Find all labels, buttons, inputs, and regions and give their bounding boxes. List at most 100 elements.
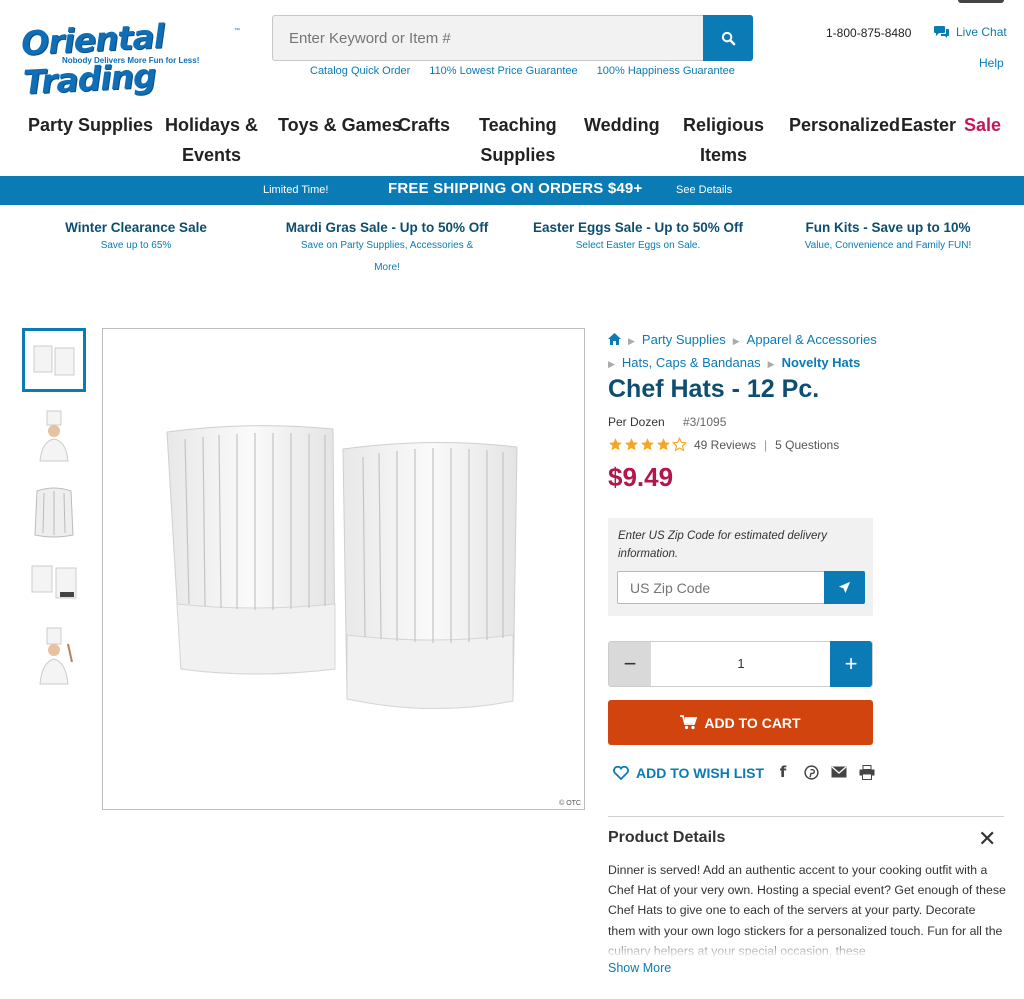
nav-sale[interactable]: Sale xyxy=(964,110,1001,140)
reviews-link[interactable]: 49 Reviews xyxy=(694,438,756,452)
product-unit: Per Dozen xyxy=(608,415,665,429)
star-rating[interactable] xyxy=(608,437,687,452)
item-number: #3/1095 xyxy=(683,415,727,429)
live-chat-link[interactable]: Live Chat xyxy=(934,25,1007,39)
nav-party-supplies[interactable]: Party Supplies xyxy=(28,110,153,140)
chef-hat-single-thumbnail xyxy=(34,487,74,538)
rating-divider: | xyxy=(764,437,768,452)
breadcrumb-hats-caps[interactable]: Hats, Caps & Bandanas xyxy=(622,355,761,370)
details-close-icon[interactable]: ✕ xyxy=(978,826,996,852)
phone-number[interactable]: 1-800-875-8480 xyxy=(826,26,911,40)
nav-label: Crafts xyxy=(398,115,451,135)
chef-hats-image xyxy=(166,425,518,710)
main-product-image[interactable]: © OTC xyxy=(102,328,585,810)
breadcrumb-novelty-hats[interactable]: Novelty Hats xyxy=(782,355,861,370)
image-copyright-mark: © OTC xyxy=(559,800,581,807)
promo-title: Easter Eggs Sale - Up to 50% Off xyxy=(532,220,744,235)
show-more-link[interactable]: Show More xyxy=(608,961,671,975)
lowest-price-guarantee-link[interactable]: 110% Lowest Price Guarantee xyxy=(429,65,577,77)
search-icon xyxy=(721,31,735,45)
main-nav: Party Supplies Holidays & Events Toys & G… xyxy=(0,110,1024,176)
nav-label: Religious xyxy=(683,115,765,135)
email-icon[interactable] xyxy=(830,763,848,781)
zip-note: Enter US Zip Code for estimated delivery… xyxy=(618,530,828,560)
star-icon xyxy=(641,438,654,451)
breadcrumb-apparel[interactable]: Apparel & Accessories xyxy=(747,332,877,347)
promo-subtitle: Value, Convenience and Family FUN! xyxy=(804,240,972,251)
chef-hats-package-thumbnail xyxy=(31,565,77,599)
star-icon xyxy=(657,438,670,451)
promo-title: Fun Kits - Save up to 10% xyxy=(805,220,971,235)
nav-easter[interactable]: Easter xyxy=(901,110,956,140)
search-bar xyxy=(272,15,753,61)
nav-crafts[interactable]: Crafts xyxy=(398,110,450,140)
nav-label: Personalized xyxy=(789,115,901,135)
see-details-link[interactable]: See Details xyxy=(676,184,732,196)
nav-label: Party Supplies xyxy=(28,115,154,135)
questions-link[interactable]: 5 Questions xyxy=(775,438,839,452)
facebook-icon[interactable]: f xyxy=(774,763,792,781)
happiness-guarantee-link[interactable]: 100% Happiness Guarantee xyxy=(597,65,735,77)
search-button[interactable] xyxy=(703,15,753,61)
promo-mardi-gras[interactable]: Mardi Gras Sale - Up to 50% Off Save on … xyxy=(282,220,492,279)
live-chat-label: Live Chat xyxy=(956,25,1007,39)
promo-title: Winter Clearance Sale xyxy=(65,220,207,235)
limited-time-text: Limited Time! xyxy=(263,184,329,196)
nav-toys-games[interactable]: Toys & Games xyxy=(278,110,402,140)
logo[interactable]: Oriental Trading ™ Nobody Delivers More … xyxy=(20,16,247,101)
product-title: Chef Hats - 12 Pc. xyxy=(608,375,820,403)
thumbnail-5[interactable] xyxy=(22,624,86,688)
header: Oriental Trading ™ Nobody Delivers More … xyxy=(0,0,1024,102)
thumbnail-2[interactable] xyxy=(22,405,86,469)
chef-hats-pair-thumbnail xyxy=(33,345,75,376)
zip-code-input[interactable] xyxy=(617,571,826,604)
product-details-heading[interactable]: Product Details xyxy=(608,829,725,847)
thumbnail-4[interactable] xyxy=(22,550,86,614)
promo-subtitle: Save up to 65% xyxy=(100,240,172,251)
nav-label: Holidays & xyxy=(165,115,259,135)
nav-label-line2: Items xyxy=(699,145,748,165)
star-icon xyxy=(609,438,622,451)
nav-holidays-events[interactable]: Holidays & Events xyxy=(165,110,258,170)
delivery-estimate-box: Enter US Zip Code for estimated delivery… xyxy=(608,518,873,616)
promo-subtitle-line2: More! xyxy=(374,262,400,273)
nav-teaching-supplies[interactable]: Teaching Supplies xyxy=(479,110,557,170)
nav-label-line2: Events xyxy=(182,145,242,165)
add-to-cart-button[interactable]: ADD TO CART xyxy=(608,700,873,745)
quantity-value[interactable]: 1 xyxy=(651,642,831,686)
quantity-decrement-button[interactable]: − xyxy=(609,642,651,686)
promo-winter-clearance[interactable]: Winter Clearance Sale Save up to 65% xyxy=(36,220,236,257)
breadcrumb: ▶ Party Supplies ▶ Apparel & Accessories ▶ Ha… xyxy=(608,329,1008,375)
rating-row: 49 Reviews | 5 Questions xyxy=(608,437,839,452)
promo-fun-kits[interactable]: Fun Kits - Save up to 10% Value, Conveni… xyxy=(788,220,988,257)
print-icon[interactable] xyxy=(858,763,876,781)
search-input[interactable] xyxy=(273,16,703,60)
nav-religious-items[interactable]: Religious Items xyxy=(683,110,764,170)
quantity-increment-button[interactable]: + xyxy=(830,641,872,687)
thumbnail-3[interactable] xyxy=(22,480,86,544)
location-arrow-icon xyxy=(838,581,851,594)
breadcrumb-party-supplies[interactable]: Party Supplies xyxy=(642,332,726,347)
promo-easter-eggs[interactable]: Easter Eggs Sale - Up to 50% Off Select … xyxy=(528,220,748,257)
free-shipping-text: FREE SHIPPING ON ORDERS $49+ xyxy=(388,180,643,197)
catalog-quick-order-link[interactable]: Catalog Quick Order xyxy=(310,65,410,77)
add-to-wish-list-button[interactable]: ADD TO WISH LIST xyxy=(613,765,764,781)
nav-personalized[interactable]: Personalized xyxy=(789,110,900,140)
help-link[interactable]: Help xyxy=(979,56,1004,70)
corner-bar xyxy=(958,0,1004,3)
locate-button[interactable] xyxy=(824,571,865,604)
logo-trademark: ™ xyxy=(234,28,240,34)
chat-icon xyxy=(934,26,949,38)
home-icon[interactable] xyxy=(608,332,621,347)
promo-subtitle: Select Easter Eggs on Sale. xyxy=(575,240,701,251)
nav-label-line2: Supplies xyxy=(480,145,556,165)
child-chef-thumbnail xyxy=(39,627,73,685)
quantity-stepper: − 1 + xyxy=(608,641,873,687)
nav-label: Toys & Games xyxy=(278,115,402,135)
nav-wedding[interactable]: Wedding xyxy=(584,110,660,140)
share-icons: f xyxy=(774,763,876,781)
logo-tagline: Nobody Delivers More Fun for Less! xyxy=(62,56,200,65)
chevron-right-icon: ▶ xyxy=(767,359,775,369)
pinterest-icon[interactable] xyxy=(802,763,820,781)
thumbnail-1[interactable] xyxy=(22,328,86,392)
